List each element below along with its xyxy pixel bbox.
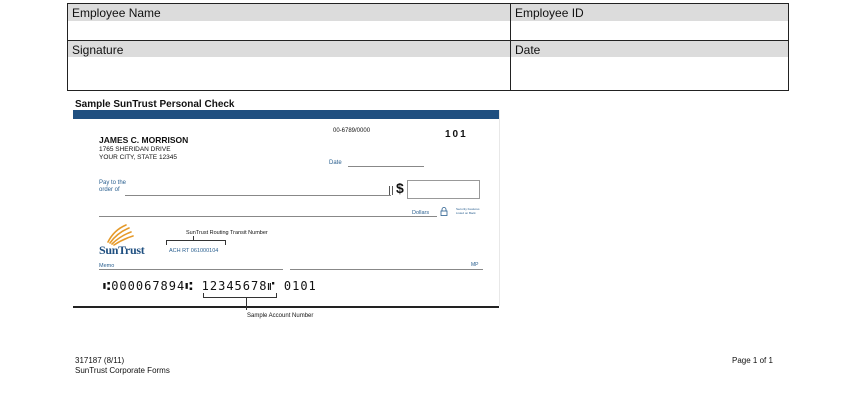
fraction-code: 00-6789/0000 [333, 128, 371, 134]
signature-field[interactable] [68, 57, 510, 90]
suntrust-logo-text: SunTrust [99, 243, 145, 257]
memo-line [99, 269, 283, 270]
lock-icon [440, 207, 448, 216]
pay-to-line2: order of [99, 187, 120, 193]
payee-line [125, 195, 391, 196]
dollars-label: Dollars [412, 210, 430, 216]
form-name: SunTrust Corporate Forms [75, 366, 170, 375]
check-date-line [348, 166, 424, 167]
employee-name-label: Employee Name [68, 4, 510, 21]
dollar-sign: $ [396, 180, 404, 196]
employee-id-field[interactable] [511, 21, 788, 40]
micr-line: ⑆000067894⑆ 12345678⑈ 0101 [103, 279, 317, 293]
routing-number-label: SunTrust Routing Transit Number [186, 230, 268, 236]
account-pointer [246, 297, 247, 310]
employee-name-field[interactable] [68, 21, 510, 40]
check-number: 101 [445, 129, 468, 140]
security-features-text: Security Features Listed on Back [456, 207, 480, 215]
amount-box [407, 180, 480, 199]
account-number-label: Sample Account Number [247, 313, 314, 319]
form-number: 317187 (8/11) [75, 356, 125, 365]
employee-form-grid: Employee Name Employee ID Signature Date [67, 3, 789, 91]
pay-to-line1: Pay to the [99, 180, 127, 186]
check-owner-name: JAMES C. MORRISON [99, 135, 189, 145]
routing-bracket [166, 240, 226, 245]
mp-mark: MP [471, 262, 479, 268]
date-label: Date [511, 41, 788, 57]
check-date-label: Date [329, 160, 342, 166]
employee-id-label: Employee ID [511, 4, 788, 21]
signature-label: Signature [68, 41, 510, 57]
check-signature-line [290, 269, 483, 270]
payee-bracket [389, 186, 393, 195]
date-field[interactable] [511, 57, 788, 90]
section-title: Sample SunTrust Personal Check [75, 99, 235, 110]
written-amount-line [99, 216, 437, 217]
date-cell: Date [511, 41, 788, 90]
address-line1: 1765 SHERIDAN DRIVE [99, 146, 171, 153]
pay-to-label: Pay to the order of [99, 180, 126, 194]
check-owner-address: 1765 SHERIDAN DRIVE YOUR CITY, STATE 123… [99, 146, 177, 162]
sample-check: JAMES C. MORRISON 1765 SHERIDAN DRIVE YO… [73, 110, 500, 308]
address-line2: YOUR CITY, STATE 12345 [99, 154, 178, 161]
employee-name-cell: Employee Name [68, 4, 511, 41]
check-bottom-rule [73, 306, 499, 308]
check-top-bar [73, 110, 499, 119]
ach-routing-text: ACH RT 061000104 [169, 248, 219, 254]
account-bracket [203, 293, 277, 298]
page-indicator: Page 1 of 1 [732, 356, 773, 365]
signature-cell: Signature [68, 41, 511, 90]
employee-id-cell: Employee ID [511, 4, 788, 41]
